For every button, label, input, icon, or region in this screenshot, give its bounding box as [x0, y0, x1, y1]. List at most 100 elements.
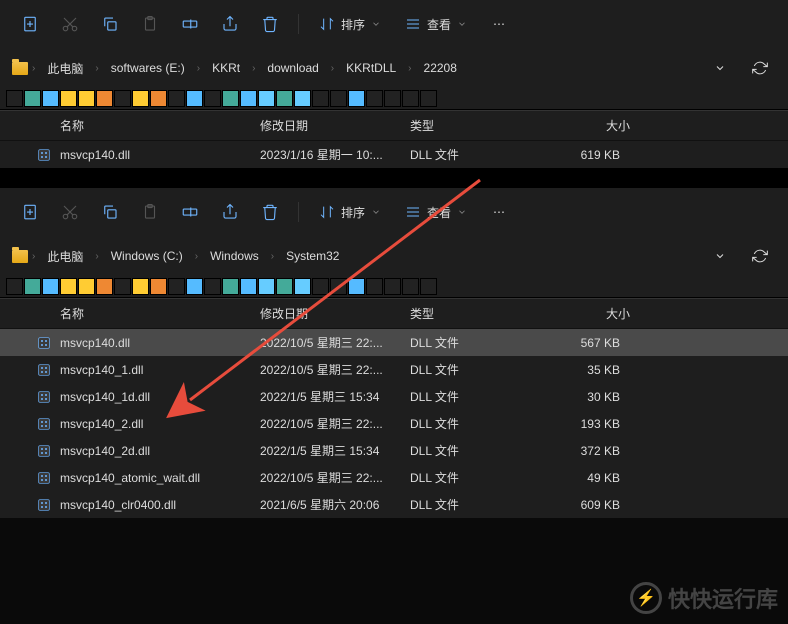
tab-icon[interactable]	[294, 90, 311, 107]
breadcrumb-item[interactable]: softwares (E:)	[103, 57, 193, 79]
file-row[interactable]: msvcp140_2.dll2022/10/5 星期三 22:...DLL 文件…	[0, 410, 788, 437]
tab-icon[interactable]	[60, 90, 77, 107]
tab-icon[interactable]	[312, 278, 329, 295]
breadcrumb-item[interactable]: System32	[278, 245, 347, 267]
tab-icon[interactable]	[132, 90, 149, 107]
tab-icon[interactable]	[366, 90, 383, 107]
breadcrumb-item[interactable]: 22208	[416, 57, 465, 79]
tab-icon[interactable]	[258, 90, 275, 107]
file-row[interactable]: msvcp140.dll2023/1/16 星期一 10:...DLL 文件61…	[0, 141, 788, 168]
tab-icon[interactable]	[78, 278, 95, 295]
view-dropdown[interactable]: 查看	[395, 8, 477, 40]
col-name[interactable]: 名称	[0, 117, 260, 134]
tab-icon[interactable]	[96, 278, 113, 295]
more-button[interactable]: ⋯	[481, 8, 517, 40]
tab-icon[interactable]	[204, 90, 221, 107]
file-row[interactable]: msvcp140_1.dll2022/10/5 星期三 22:...DLL 文件…	[0, 356, 788, 383]
tab-icon[interactable]	[240, 278, 257, 295]
tab-icon[interactable]	[186, 278, 203, 295]
tab-icon[interactable]	[402, 278, 419, 295]
copy-button[interactable]	[92, 8, 128, 40]
tab-icon[interactable]	[204, 278, 221, 295]
paste-button[interactable]	[132, 8, 168, 40]
tab-icon[interactable]	[60, 278, 77, 295]
more-button[interactable]: ⋯	[481, 196, 517, 228]
tab-icon[interactable]	[42, 278, 59, 295]
tab-icon[interactable]	[6, 278, 23, 295]
share-button[interactable]	[212, 8, 248, 40]
file-row[interactable]: msvcp140_atomic_wait.dll2022/10/5 星期三 22…	[0, 464, 788, 491]
tab-icon[interactable]	[6, 90, 23, 107]
tab-icon[interactable]	[42, 90, 59, 107]
tab-icon[interactable]	[258, 278, 275, 295]
breadcrumb[interactable]: › 此电脑› softwares (E:)› KKRt› download› K…	[0, 48, 788, 88]
delete-button[interactable]	[252, 8, 288, 40]
tab-icon[interactable]	[312, 90, 329, 107]
sort-dropdown[interactable]: 排序	[309, 196, 391, 228]
breadcrumb-item[interactable]: Windows	[202, 245, 267, 267]
tab-icon[interactable]	[420, 278, 437, 295]
tab-icon[interactable]	[402, 90, 419, 107]
delete-button[interactable]	[252, 196, 288, 228]
sort-dropdown[interactable]: 排序	[309, 8, 391, 40]
col-size[interactable]: 大小	[540, 305, 660, 322]
dropdown-icon[interactable]	[704, 54, 736, 82]
share-button[interactable]	[212, 196, 248, 228]
tab-icon[interactable]	[168, 278, 185, 295]
col-date[interactable]: 修改日期	[260, 305, 410, 322]
breadcrumb[interactable]: › 此电脑› Windows (C:)› Windows› System32	[0, 236, 788, 276]
tab-icon[interactable]	[150, 90, 167, 107]
tab-icon[interactable]	[186, 90, 203, 107]
tab-icon[interactable]	[114, 90, 131, 107]
cut-button[interactable]	[52, 196, 88, 228]
tab-icon[interactable]	[420, 90, 437, 107]
breadcrumb-item[interactable]: KKRtDLL	[338, 57, 404, 79]
tab-icon[interactable]	[330, 90, 347, 107]
tab-icon[interactable]	[348, 278, 365, 295]
tab-icon[interactable]	[150, 278, 167, 295]
tab-icon[interactable]	[168, 90, 185, 107]
tab-icon[interactable]	[222, 278, 239, 295]
new-folder-button[interactable]	[12, 196, 48, 228]
tab-icon[interactable]	[276, 278, 293, 295]
tab-icon[interactable]	[96, 90, 113, 107]
tab-icon[interactable]	[384, 90, 401, 107]
tab-icon[interactable]	[384, 278, 401, 295]
col-name[interactable]: 名称	[0, 305, 260, 322]
refresh-button[interactable]	[744, 242, 776, 270]
tab-icon[interactable]	[78, 90, 95, 107]
breadcrumb-item[interactable]: 此电脑	[39, 244, 91, 269]
tab-icon[interactable]	[114, 278, 131, 295]
tab-icon[interactable]	[276, 90, 293, 107]
breadcrumb-item[interactable]: 此电脑	[39, 56, 91, 81]
tab-icon[interactable]	[366, 278, 383, 295]
paste-button[interactable]	[132, 196, 168, 228]
tab-icon[interactable]	[330, 278, 347, 295]
breadcrumb-item[interactable]: KKRt	[204, 57, 248, 79]
tab-icon[interactable]	[240, 90, 257, 107]
tab-icon[interactable]	[294, 278, 311, 295]
rename-button[interactable]	[172, 8, 208, 40]
tab-icon[interactable]	[348, 90, 365, 107]
refresh-button[interactable]	[744, 54, 776, 82]
col-size[interactable]: 大小	[540, 117, 660, 134]
file-row[interactable]: msvcp140_2d.dll2022/1/5 星期三 15:34DLL 文件3…	[0, 437, 788, 464]
file-row[interactable]: msvcp140.dll2022/10/5 星期三 22:...DLL 文件56…	[0, 329, 788, 356]
dropdown-icon[interactable]	[704, 242, 736, 270]
file-row[interactable]: msvcp140_clr0400.dll2021/6/5 星期六 20:06DL…	[0, 491, 788, 518]
col-date[interactable]: 修改日期	[260, 117, 410, 134]
file-row[interactable]: msvcp140_1d.dll2022/1/5 星期三 15:34DLL 文件3…	[0, 383, 788, 410]
rename-button[interactable]	[172, 196, 208, 228]
tab-icon[interactable]	[132, 278, 149, 295]
breadcrumb-item[interactable]: download	[259, 57, 326, 79]
cut-button[interactable]	[52, 8, 88, 40]
tab-icon[interactable]	[222, 90, 239, 107]
copy-button[interactable]	[92, 196, 128, 228]
col-type[interactable]: 类型	[410, 305, 540, 322]
breadcrumb-item[interactable]: Windows (C:)	[103, 245, 191, 267]
col-type[interactable]: 类型	[410, 117, 540, 134]
new-folder-button[interactable]	[12, 8, 48, 40]
tab-icon[interactable]	[24, 90, 41, 107]
view-dropdown[interactable]: 查看	[395, 196, 477, 228]
tab-icon[interactable]	[24, 278, 41, 295]
